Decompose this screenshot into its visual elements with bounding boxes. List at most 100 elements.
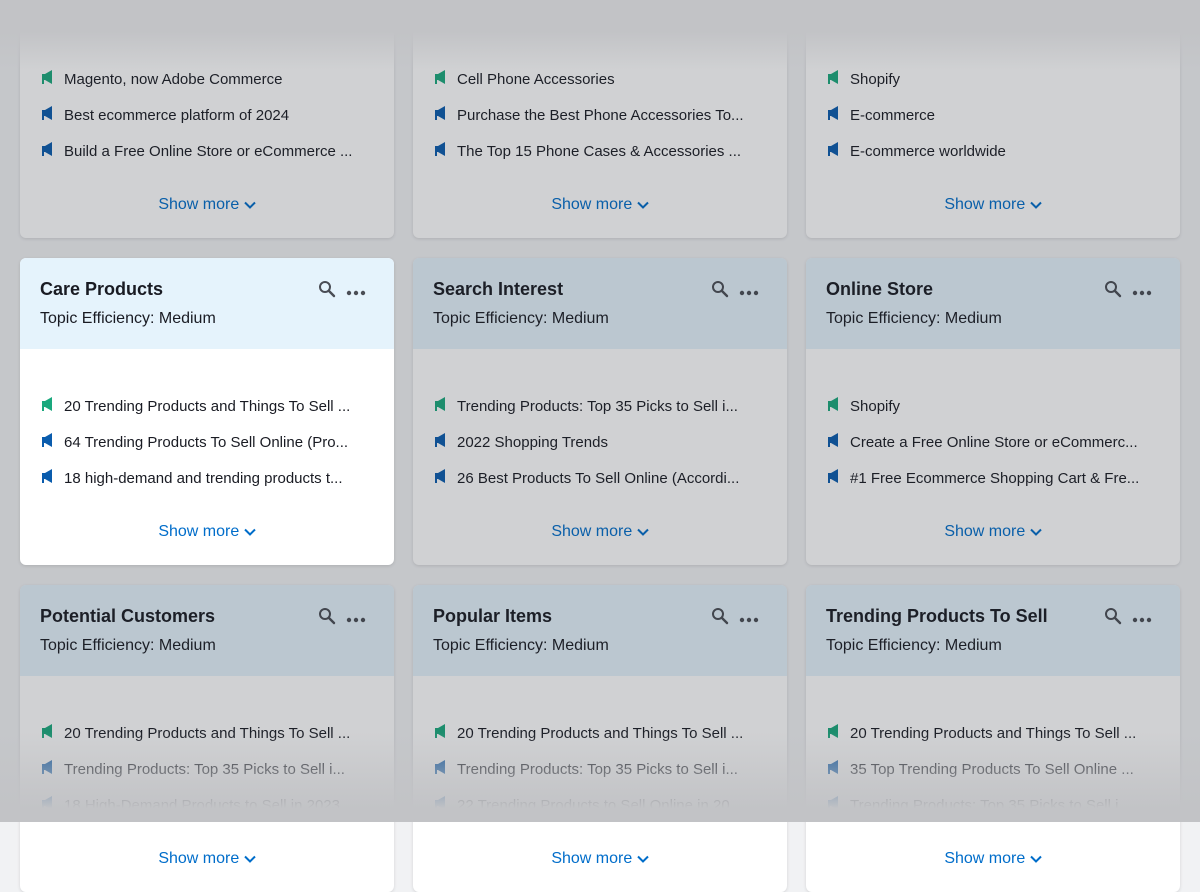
item-text[interactable]: 26 Best Products To Sell Online (Accordi… — [457, 470, 739, 487]
item-text[interactable]: Trending Products: Top 35 Picks to Sell … — [457, 398, 738, 415]
item-text[interactable]: 20 Trending Products and Things To Sell … — [850, 725, 1136, 742]
search-icon[interactable] — [711, 280, 729, 303]
megaphone-icon — [433, 105, 457, 125]
item-text[interactable]: Magento, now Adobe Commerce — [64, 71, 282, 88]
show-more-button[interactable]: Show more — [806, 196, 1180, 214]
search-icon[interactable] — [1104, 280, 1122, 303]
item-text[interactable]: E-commerce worldwide — [850, 143, 1006, 160]
card-header — [806, 0, 1180, 22]
card-title: Potential Customers — [40, 606, 216, 626]
megaphone-icon — [433, 723, 457, 743]
show-more-button[interactable]: Show more — [806, 523, 1180, 541]
list-item[interactable]: 20 Trending Products and Things To Sell … — [433, 715, 773, 751]
item-text[interactable]: Shopify — [850, 398, 900, 415]
search-icon[interactable] — [1104, 607, 1122, 630]
show-more-button[interactable]: Show more — [20, 850, 394, 868]
more-options-icon[interactable] — [1132, 283, 1152, 301]
search-icon[interactable] — [711, 607, 729, 630]
list-item[interactable]: 64 Trending Products To Sell Online (Pro… — [40, 424, 380, 460]
list-item[interactable]: 26 Best Products To Sell Online (Accordi… — [433, 460, 773, 496]
megaphone-icon — [826, 795, 850, 815]
list-item[interactable]: 35 Top Trending Products To Sell Online … — [826, 751, 1166, 787]
show-more-label: Show more — [944, 523, 1026, 540]
card-title: Trending Products To Sell — [826, 606, 1048, 626]
item-text[interactable]: Trending Products: Top 35 Picks to Sell … — [850, 797, 1131, 814]
more-options-icon[interactable] — [739, 283, 759, 301]
item-text[interactable]: E-commerce — [850, 107, 935, 124]
list-item[interactable]: 18 High-Demand Products to Sell in 2023.… — [40, 787, 380, 823]
item-text[interactable]: Shopify — [850, 71, 900, 88]
megaphone-icon — [433, 432, 457, 452]
list-item[interactable]: 20 Trending Products and Things To Sell … — [40, 715, 380, 751]
list-item[interactable]: Magento, now Adobe Commerce — [40, 61, 380, 97]
more-options-icon[interactable] — [346, 610, 366, 628]
megaphone-icon — [40, 723, 64, 743]
item-text[interactable]: The Top 15 Phone Cases & Accessories ... — [457, 143, 741, 160]
show-more-button[interactable]: Show more — [413, 196, 787, 214]
item-text[interactable]: Best ecommerce platform of 2024 — [64, 107, 289, 124]
chevron-down-icon — [243, 196, 256, 213]
item-text[interactable]: 2022 Shopping Trends — [457, 434, 608, 451]
megaphone-icon — [433, 468, 457, 488]
item-text[interactable]: Build a Free Online Store or eCommerce .… — [64, 143, 352, 160]
show-more-button[interactable]: Show more — [413, 850, 787, 868]
more-options-icon[interactable] — [739, 610, 759, 628]
search-icon[interactable] — [318, 280, 336, 303]
list-item[interactable]: #1 Free Ecommerce Shopping Cart & Fre... — [826, 460, 1166, 496]
megaphone-icon — [826, 723, 850, 743]
card-header: Search Interest Topic Efficiency: Medium — [413, 258, 787, 349]
chevron-down-icon — [1029, 523, 1042, 540]
item-text[interactable]: 20 Trending Products and Things To Sell … — [457, 725, 743, 742]
list-item[interactable]: Cell Phone Accessories — [433, 61, 773, 97]
more-options-icon[interactable] — [346, 283, 366, 301]
list-item[interactable]: Best ecommerce platform of 2024 — [40, 97, 380, 133]
show-more-button[interactable]: Show more — [20, 523, 394, 541]
list-item[interactable]: 20 Trending Products and Things To Sell … — [40, 388, 380, 424]
show-more-button[interactable]: Show more — [20, 196, 394, 214]
list-item[interactable]: 18 high-demand and trending products t..… — [40, 460, 380, 496]
show-more-button[interactable]: Show more — [806, 850, 1180, 868]
show-more-label: Show more — [158, 196, 240, 213]
item-text[interactable]: Cell Phone Accessories — [457, 71, 615, 88]
list-item[interactable]: Create a Free Online Store or eCommerc..… — [826, 424, 1166, 460]
item-text[interactable]: 64 Trending Products To Sell Online (Pro… — [64, 434, 348, 451]
item-text[interactable]: 20 Trending Products and Things To Sell … — [64, 398, 350, 415]
list-item[interactable]: Trending Products: Top 35 Picks to Sell … — [433, 388, 773, 424]
more-options-icon[interactable] — [1132, 610, 1152, 628]
list-item[interactable]: Trending Products: Top 35 Picks to Sell … — [826, 787, 1166, 823]
topic-card: Shopify E-commerce E-commerce worldwide Sho… — [806, 0, 1180, 238]
list-item[interactable]: 20 Trending Products and Things To Sell … — [826, 715, 1166, 751]
card-header: Popular Items Topic Efficiency: Medium — [413, 585, 787, 676]
list-item[interactable]: 22 Trending Products to Sell Online in 2… — [433, 787, 773, 823]
search-icon[interactable] — [318, 607, 336, 630]
item-text[interactable]: 18 high-demand and trending products t..… — [64, 470, 343, 487]
megaphone-icon — [40, 141, 64, 161]
show-more-button[interactable]: Show more — [413, 523, 787, 541]
item-text[interactable]: #1 Free Ecommerce Shopping Cart & Fre... — [850, 470, 1139, 487]
card-header — [413, 0, 787, 22]
chevron-down-icon — [1029, 850, 1042, 867]
list-item[interactable]: Shopify — [826, 61, 1166, 97]
list-item[interactable]: Trending Products: Top 35 Picks to Sell … — [40, 751, 380, 787]
list-item[interactable]: E-commerce worldwide — [826, 133, 1166, 169]
list-item[interactable]: 2022 Shopping Trends — [433, 424, 773, 460]
item-text[interactable]: 18 High-Demand Products to Sell in 2023.… — [64, 797, 353, 814]
card-efficiency: Topic Efficiency: Medium — [433, 637, 609, 654]
item-text[interactable]: 20 Trending Products and Things To Sell … — [64, 725, 350, 742]
item-text[interactable]: Create a Free Online Store or eCommerc..… — [850, 434, 1138, 451]
list-item[interactable]: Trending Products: Top 35 Picks to Sell … — [433, 751, 773, 787]
show-more-label: Show more — [158, 523, 240, 540]
item-text[interactable]: 22 Trending Products to Sell Online in 2… — [457, 797, 742, 814]
item-text[interactable]: 35 Top Trending Products To Sell Online … — [850, 761, 1134, 778]
megaphone-icon — [433, 795, 457, 815]
list-item[interactable]: E-commerce — [826, 97, 1166, 133]
list-item[interactable]: Shopify — [826, 388, 1166, 424]
item-text[interactable]: Trending Products: Top 35 Picks to Sell … — [457, 761, 738, 778]
megaphone-icon — [826, 141, 850, 161]
list-item[interactable]: The Top 15 Phone Cases & Accessories ... — [433, 133, 773, 169]
item-text[interactable]: Purchase the Best Phone Accessories To..… — [457, 107, 744, 124]
item-text[interactable]: Trending Products: Top 35 Picks to Sell … — [64, 761, 345, 778]
list-item[interactable]: Build a Free Online Store or eCommerce .… — [40, 133, 380, 169]
chevron-down-icon — [243, 850, 256, 867]
list-item[interactable]: Purchase the Best Phone Accessories To..… — [433, 97, 773, 133]
